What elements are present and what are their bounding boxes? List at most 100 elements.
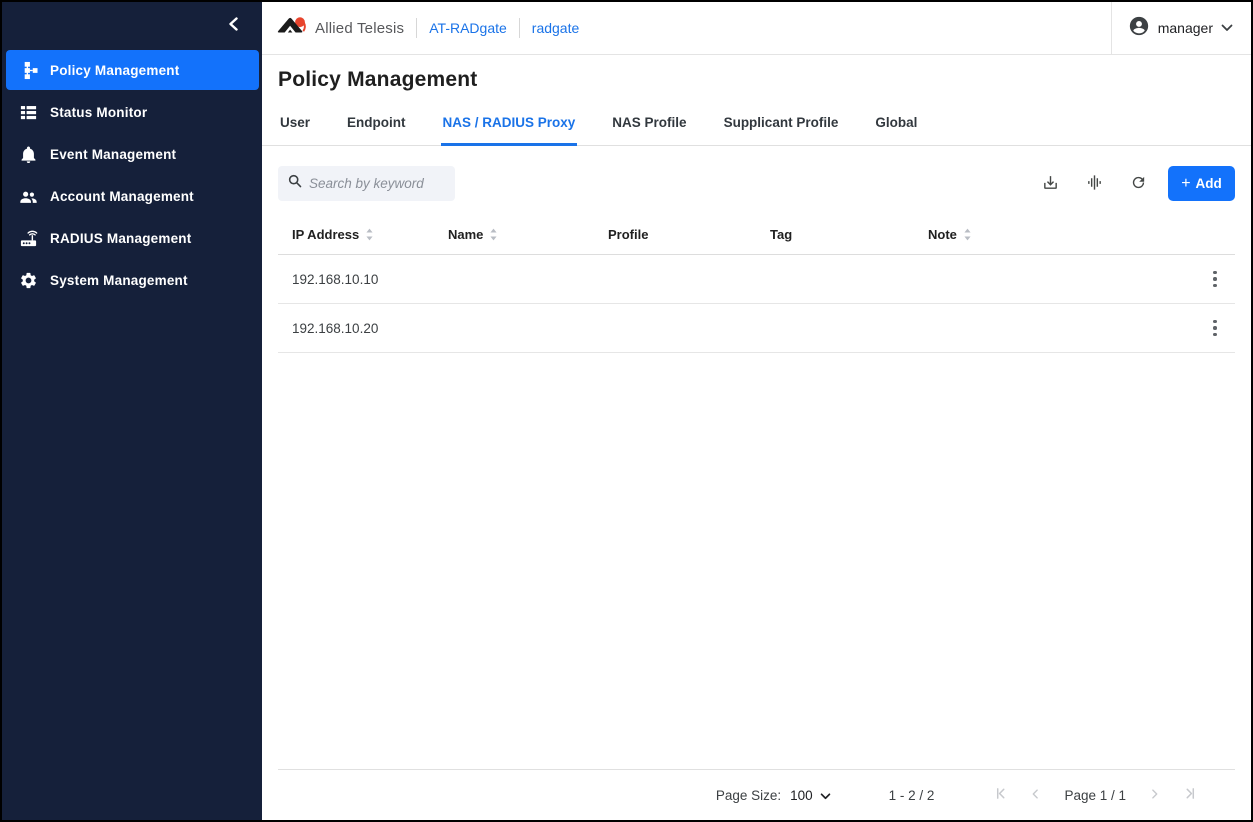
previous-page-button[interactable]	[1028, 788, 1042, 802]
tab-global[interactable]: Global	[873, 111, 919, 146]
chevron-down-icon	[820, 788, 831, 803]
column-header-name[interactable]: Name	[448, 227, 608, 242]
sidebar-item-account-management[interactable]: Account Management	[6, 176, 259, 216]
sort-icon	[489, 228, 498, 241]
allied-telesis-logo-icon	[276, 14, 308, 42]
download-button[interactable]	[1035, 169, 1065, 199]
pager-controls: Page 1 / 1	[993, 788, 1197, 803]
first-page-button[interactable]	[993, 788, 1007, 802]
bell-icon	[18, 144, 38, 164]
tabs: User Endpoint NAS / RADIUS Proxy NAS Pro…	[262, 111, 1251, 145]
sort-icon	[365, 228, 374, 241]
content-spacer	[278, 353, 1235, 769]
tab-endpoint[interactable]: Endpoint	[345, 111, 407, 146]
user-menu[interactable]: manager	[1111, 2, 1251, 54]
search-icon	[288, 174, 302, 193]
column-header-ip-address[interactable]: IP Address	[278, 227, 448, 242]
refresh-icon	[1130, 174, 1147, 194]
gear-icon	[18, 270, 38, 290]
page-size-group: Page Size: 100	[716, 788, 831, 803]
refresh-button[interactable]	[1123, 169, 1153, 199]
first-page-icon	[994, 787, 1007, 803]
topbar: Allied Telesis AT-RADgate radgate manage…	[262, 2, 1251, 55]
kebab-icon	[1213, 271, 1217, 288]
sidebar-collapse-button[interactable]	[222, 14, 246, 38]
column-header-tag: Tag	[770, 227, 928, 242]
user-avatar-icon	[1128, 15, 1150, 42]
sidebar-item-label: RADIUS Management	[50, 231, 191, 246]
tab-nas-profile[interactable]: NAS Profile	[610, 111, 688, 146]
breadcrumb-host-link[interactable]: radgate	[532, 20, 579, 36]
brand-name: Allied Telesis	[315, 20, 404, 37]
row-menu-button[interactable]	[1201, 265, 1229, 293]
page-size-select[interactable]: 100	[790, 788, 831, 803]
toolbar: + Add	[278, 166, 1235, 201]
tab-nas-radius-proxy[interactable]: NAS / RADIUS Proxy	[441, 111, 578, 146]
nas-table: IP Address Name Profile	[278, 215, 1235, 353]
download-icon	[1042, 174, 1059, 194]
row-actions	[1195, 314, 1235, 342]
column-label: Name	[448, 227, 483, 242]
table-row: 192.168.10.20	[278, 304, 1235, 353]
plus-icon: +	[1181, 176, 1190, 192]
columns-button[interactable]	[1079, 169, 1109, 199]
columns-icon	[1086, 174, 1103, 194]
chevron-left-icon	[1029, 788, 1041, 803]
page-size-label: Page Size:	[716, 788, 781, 803]
tab-user[interactable]: User	[278, 111, 312, 146]
tab-supplicant-profile[interactable]: Supplicant Profile	[722, 111, 841, 146]
tabs-bar: User Endpoint NAS / RADIUS Proxy NAS Pro…	[262, 111, 1251, 146]
policy-tree-icon	[18, 60, 38, 80]
range-text: 1 - 2 / 2	[889, 788, 935, 803]
page-indicator: Page 1 / 1	[1063, 788, 1127, 803]
cell-ip-address: 192.168.10.20	[278, 321, 448, 336]
row-actions	[1195, 265, 1235, 293]
column-header-profile: Profile	[608, 227, 770, 242]
sidebar-item-radius-management[interactable]: RADIUS Management	[6, 218, 259, 258]
pagination-bar: Page Size: 100 1 - 2 / 2	[278, 770, 1235, 820]
sidebar-item-label: Event Management	[50, 147, 176, 162]
sidebar-item-label: System Management	[50, 273, 188, 288]
user-name: manager	[1158, 20, 1213, 36]
sidebar-item-label: Status Monitor	[50, 105, 147, 120]
main-area: Allied Telesis AT-RADgate radgate manage…	[262, 2, 1251, 820]
app-window: Policy Management Status Monitor	[0, 0, 1253, 822]
last-page-button[interactable]	[1183, 788, 1197, 802]
page-title: Policy Management	[278, 68, 1235, 92]
topbar-divider	[416, 18, 417, 38]
sidebar-item-label: Account Management	[50, 189, 194, 204]
last-page-icon	[1184, 787, 1197, 803]
row-menu-button[interactable]	[1201, 314, 1229, 342]
sidebar: Policy Management Status Monitor	[2, 2, 262, 820]
column-label: IP Address	[292, 227, 359, 242]
sidebar-item-system-management[interactable]: System Management	[6, 260, 259, 300]
chevron-down-icon	[1221, 19, 1233, 37]
column-header-note[interactable]: Note	[928, 227, 1195, 242]
breadcrumb-app-link[interactable]: AT-RADgate	[429, 20, 507, 36]
kebab-icon	[1213, 320, 1217, 337]
chevron-right-icon	[1149, 788, 1161, 803]
column-label: Note	[928, 227, 957, 242]
sidebar-collapse-row	[2, 2, 262, 50]
cell-ip-address: 192.168.10.10	[278, 272, 448, 287]
search-input[interactable]	[309, 176, 445, 191]
next-page-button[interactable]	[1148, 788, 1162, 802]
sidebar-item-event-management[interactable]: Event Management	[6, 134, 259, 174]
column-label: Profile	[608, 227, 648, 242]
table-header-row: IP Address Name Profile	[278, 215, 1235, 255]
sidebar-item-label: Policy Management	[50, 63, 179, 78]
chevron-left-icon	[227, 17, 241, 36]
sidebar-nav: Policy Management Status Monitor	[2, 50, 262, 302]
add-button-label: Add	[1196, 176, 1222, 191]
add-button[interactable]: + Add	[1168, 166, 1235, 201]
sort-icon	[963, 228, 972, 241]
sidebar-item-policy-management[interactable]: Policy Management	[6, 50, 259, 90]
column-label: Tag	[770, 227, 792, 242]
list-icon	[18, 102, 38, 122]
router-icon	[18, 228, 38, 248]
sidebar-item-status-monitor[interactable]: Status Monitor	[6, 92, 259, 132]
table-row: 192.168.10.10	[278, 255, 1235, 304]
brand-logo: Allied Telesis	[276, 14, 404, 42]
search-box	[278, 166, 455, 201]
page-content: Policy Management User Endpoint NAS / RA…	[262, 55, 1251, 820]
